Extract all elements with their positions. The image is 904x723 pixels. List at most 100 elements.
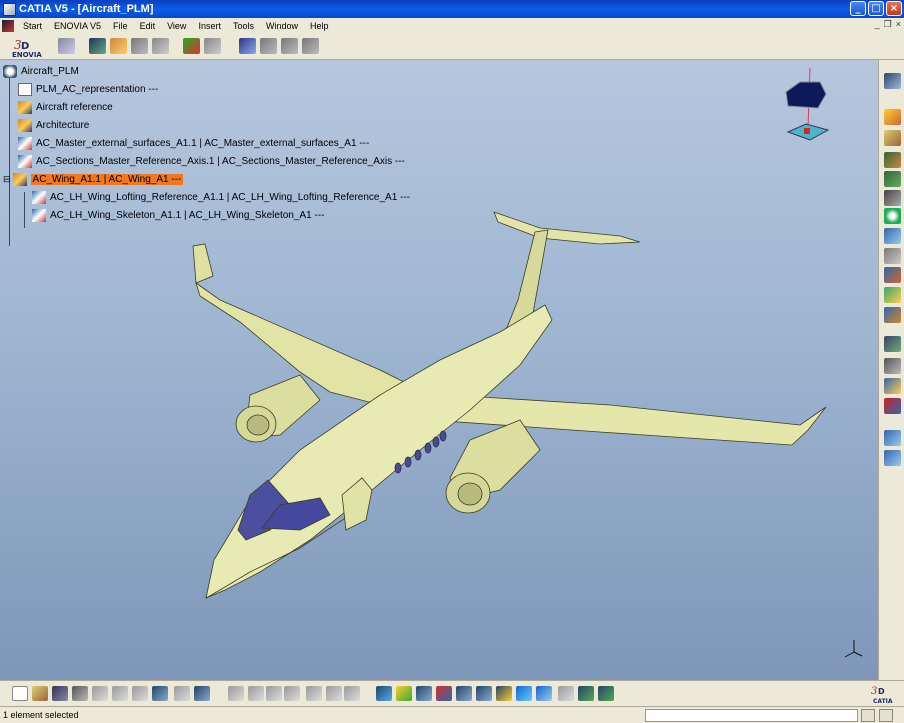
tree-node-plm-representation[interactable]: PLM_AC_representation ---	[18, 82, 158, 96]
replace-icon[interactable]	[884, 248, 901, 264]
menu-file[interactable]: File	[107, 21, 134, 31]
fit-all-in-icon[interactable]	[396, 686, 412, 701]
explode-icon[interactable]	[884, 430, 901, 446]
tree-node-sections-master-reference-axis[interactable]: AC_Sections_Master_Reference_Axis.1 | AC…	[18, 154, 405, 168]
new-product-icon[interactable]	[884, 171, 901, 187]
undo-icon[interactable]	[152, 686, 168, 701]
pan-icon[interactable]	[416, 686, 432, 701]
new-document-icon[interactable]	[12, 686, 28, 701]
save-data-icon[interactable]	[281, 38, 298, 54]
knowledge-icon[interactable]	[248, 686, 264, 701]
swap-visible-space-icon[interactable]	[598, 686, 614, 701]
product-structure-icon[interactable]	[89, 38, 106, 54]
3d-viewport[interactable]: Aircraft_PLM PLM_AC_representation --- A…	[0, 60, 878, 680]
menu-edit[interactable]: Edit	[134, 21, 162, 31]
rotate-icon[interactable]	[436, 686, 452, 701]
open-file-icon[interactable]	[32, 686, 48, 701]
title-bar[interactable]: CATIA V5 - [Aircraft_PLM] _ □ ×	[0, 0, 904, 18]
doc-minimize-button[interactable]: _	[875, 19, 880, 30]
table-icon[interactable]	[284, 686, 300, 701]
render-style-icon[interactable]	[558, 686, 574, 701]
multi-view-icon[interactable]	[516, 686, 532, 701]
hide-show-icon[interactable]	[578, 686, 594, 701]
assembly-icon[interactable]	[110, 38, 127, 54]
zoom-in-icon[interactable]	[456, 686, 472, 701]
copy-icon[interactable]	[112, 686, 128, 701]
insert-component-icon[interactable]	[884, 152, 901, 168]
product-icon	[18, 100, 32, 114]
graph-tree-icon[interactable]	[884, 287, 901, 303]
tree-node-lh-wing-lofting-reference[interactable]: AC_LH_Wing_Lofting_Reference_A1.1 | AC_L…	[32, 190, 410, 204]
catalog-icon[interactable]	[326, 686, 342, 701]
open-folder-icon[interactable]	[884, 130, 901, 146]
collapse-icon[interactable]: ⊟	[3, 174, 11, 185]
doc-close-button[interactable]: ×	[896, 19, 901, 30]
document-menu-icon[interactable]	[2, 19, 14, 32]
tree-root[interactable]: Aircraft_PLM	[3, 64, 79, 78]
cut-icon[interactable]	[92, 686, 108, 701]
explore-icon[interactable]	[204, 38, 221, 54]
normal-view-icon[interactable]	[496, 686, 512, 701]
print-icon[interactable]	[72, 686, 88, 701]
window-controls: _ □ ×	[850, 1, 902, 16]
part-instance-icon	[32, 190, 46, 204]
tree-node-aircraft-reference[interactable]: Aircraft reference	[18, 100, 113, 114]
part-instance-icon	[32, 208, 46, 222]
menu-enovia-v5[interactable]: ENOVIA V5	[48, 21, 107, 31]
tree-node-architecture[interactable]: Architecture	[18, 118, 89, 132]
search-component-icon[interactable]	[884, 228, 901, 244]
fix-component-icon[interactable]	[884, 358, 901, 374]
redo-icon[interactable]	[174, 686, 190, 701]
list-icon[interactable]	[302, 38, 319, 54]
close-button[interactable]: ×	[886, 1, 902, 16]
tree-node-label-selected: AC_Wing_A1.1 | AC_Wing_A1 ---	[30, 173, 184, 185]
clash-icon[interactable]	[884, 450, 901, 466]
tree-node-ac-wing[interactable]: ⊟ AC_Wing_A1.1 | AC_Wing_A1 ---	[3, 172, 184, 186]
menu-tools[interactable]: Tools	[227, 21, 260, 31]
formula-icon[interactable]	[228, 686, 244, 701]
copy-structure-icon[interactable]	[131, 38, 148, 54]
iso-view-icon[interactable]	[536, 686, 552, 701]
select-icon[interactable]	[884, 109, 901, 125]
constraint-icon[interactable]	[884, 336, 901, 352]
menu-insert[interactable]: Insert	[192, 21, 227, 31]
menu-start[interactable]: Start	[17, 21, 48, 31]
catia-app-icon[interactable]	[3, 2, 16, 16]
compass-widget[interactable]	[785, 67, 830, 141]
power-input-enter-icon[interactable]	[861, 709, 875, 722]
menu-help[interactable]: Help	[304, 21, 335, 31]
reorder-icon[interactable]	[884, 267, 901, 283]
power-input-field[interactable]	[645, 709, 858, 722]
snap-icon[interactable]	[884, 398, 901, 414]
properties-icon[interactable]	[239, 38, 256, 54]
minimize-button[interactable]: _	[850, 1, 866, 16]
macro-icon[interactable]	[344, 686, 360, 701]
paste-icon[interactable]	[132, 686, 148, 701]
menu-window[interactable]: Window	[260, 21, 304, 31]
expand-all-icon[interactable]	[58, 38, 75, 54]
light-icon[interactable]	[266, 686, 282, 701]
workbench-icon[interactable]	[884, 73, 901, 89]
tree-node-lh-wing-skeleton[interactable]: AC_LH_Wing_Skeleton_A1.1 | AC_LH_Wing_Sk…	[32, 208, 324, 222]
top-toolbar-icons	[58, 38, 319, 54]
catia-window: CATIA V5 - [Aircraft_PLM] _ □ × Start EN…	[0, 0, 904, 723]
multi-instantiation-icon[interactable]	[884, 307, 901, 323]
tree-expand-icon[interactable]	[306, 686, 322, 701]
frame-icon[interactable]	[152, 38, 169, 54]
manipulate-icon[interactable]	[884, 378, 901, 394]
tree-node-master-external-surfaces[interactable]: AC_Master_external_surfaces_A1.1 | AC_Ma…	[18, 136, 369, 150]
power-input-cancel-icon[interactable]	[879, 709, 893, 722]
aircraft-model[interactable]	[0, 60, 878, 680]
whats-this-icon[interactable]	[194, 686, 210, 701]
refresh-link-icon[interactable]	[183, 38, 200, 54]
spiral-icon[interactable]	[884, 208, 901, 224]
open-icon[interactable]	[260, 38, 277, 54]
structure-icon[interactable]	[884, 190, 901, 206]
save-icon[interactable]	[52, 686, 68, 701]
fly-mode-icon[interactable]	[376, 686, 392, 701]
status-message: 1 element selected	[3, 710, 79, 720]
doc-restore-button[interactable]: ❐	[884, 19, 892, 30]
maximize-button[interactable]: □	[868, 1, 884, 16]
zoom-out-icon[interactable]	[476, 686, 492, 701]
menu-view[interactable]: View	[161, 21, 192, 31]
